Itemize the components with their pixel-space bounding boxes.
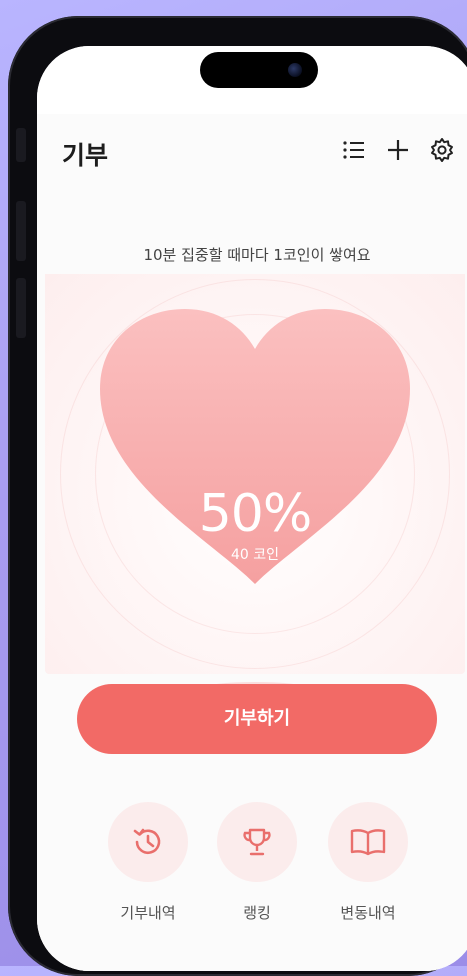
coin-count: 40 코인	[230, 547, 280, 563]
phone-frame: 기부 10분 집중할 때마다 1코인이 쌓여요 50% 40 코인 기부하기 기…	[8, 16, 467, 976]
menu-circle[interactable]	[217, 802, 297, 882]
menu-row: 기부내역 랭킹 변동내역	[37, 802, 467, 932]
book-icon	[350, 829, 386, 856]
bottom-bar	[37, 934, 467, 971]
gear-icon[interactable]	[429, 137, 455, 163]
menu-circle[interactable]	[108, 802, 188, 882]
menu-label: 기부내역	[120, 904, 176, 922]
menu-label: 랭킹	[243, 904, 271, 922]
donation-screen: 기부 10분 집중할 때마다 1코인이 쌓여요 50% 40 코인 기부하기 기…	[37, 114, 467, 971]
camera-icon	[288, 63, 302, 77]
history-icon	[133, 828, 161, 855]
trophy-icon	[243, 828, 271, 856]
menu-circle[interactable]	[328, 802, 408, 882]
menu-label: 변동내역	[340, 904, 396, 922]
screen: 기부 10분 집중할 때마다 1코인이 쌓여요 50% 40 코인 기부하기 기…	[37, 46, 467, 971]
list-icon[interactable]	[341, 137, 367, 163]
menu-item-history[interactable]: 기부내역	[93, 802, 203, 923]
header: 기부	[37, 114, 467, 184]
donate-button[interactable]: 기부하기	[77, 684, 437, 754]
menu-item-transactions[interactable]: 변동내역	[313, 802, 423, 923]
dynamic-island	[200, 52, 318, 88]
page-title: 기부	[62, 141, 109, 170]
progress-percent: 50%	[198, 484, 313, 544]
heart-progress: 50% 40 코인	[45, 274, 465, 727]
plus-icon[interactable]	[385, 137, 411, 163]
side-button	[16, 201, 26, 261]
menu-item-ranking[interactable]: 랭킹	[202, 802, 312, 923]
coin-info-text: 10분 집중할 때마다 1코인이 쌓여요	[143, 246, 371, 264]
header-actions	[341, 137, 455, 163]
side-button	[16, 128, 26, 162]
side-button	[16, 278, 26, 338]
